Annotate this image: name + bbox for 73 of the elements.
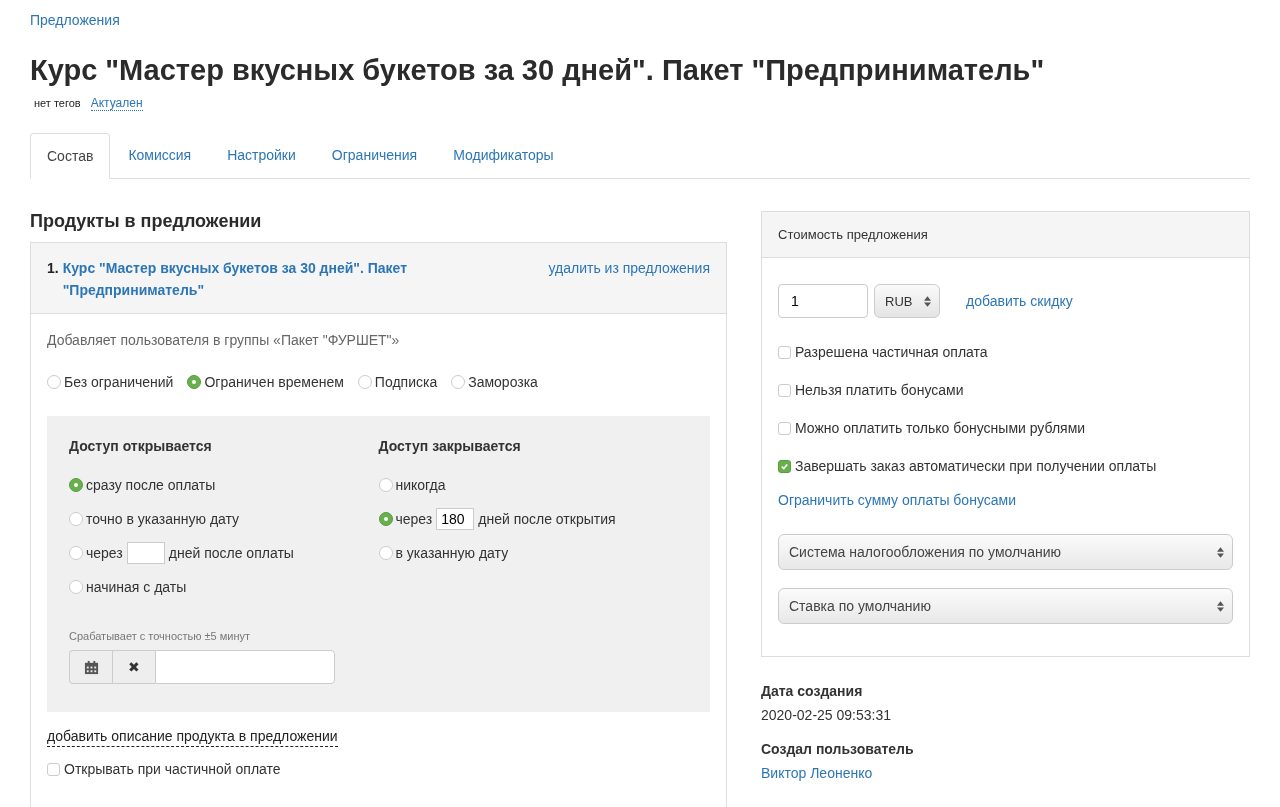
radio-button[interactable] — [378, 478, 393, 492]
column-title: Доступ закрывается — [378, 438, 522, 454]
radio-label: дней после оплаты — [168, 545, 294, 561]
radio-button[interactable] — [378, 546, 393, 560]
radio-label: Без ограничений — [64, 374, 174, 390]
currency-select[interactable]: RUB — [874, 284, 940, 318]
user-link[interactable]: Виктор Леоненко — [761, 765, 873, 781]
checkbox-label: Можно оплатить только бонусными рублями — [795, 420, 1086, 436]
radio-button[interactable] — [187, 375, 202, 389]
breadcrumb-link[interactable]: Предложения — [30, 12, 120, 28]
tab[interactable]: Состав — [30, 133, 111, 179]
meta-value: 2020-02-25 09:53:31 — [761, 707, 891, 723]
description-link[interactable]: добавить описание продукта в предложении — [47, 726, 338, 747]
product-number: 1. — [47, 259, 59, 278]
checkbox-label: Открывать при частичной оплате — [64, 761, 281, 777]
clear-button[interactable]: ✖ — [112, 650, 155, 684]
tags-label: нет тегов — [34, 97, 81, 109]
radio-button[interactable] — [69, 546, 83, 560]
radio-label: через — [86, 545, 123, 561]
remove-link[interactable]: удалить из предложения — [548, 257, 710, 301]
radio-label: дней после открытия — [478, 511, 616, 527]
dropdown[interactable]: Ставка по умолчанию — [778, 588, 1233, 624]
tab[interactable]: Модификаторы — [435, 133, 572, 178]
meta-label: Дата создания — [761, 683, 864, 699]
amount-field[interactable]: 1 — [778, 284, 868, 318]
checkbox-label: Завершать заказ автоматически при получении оплаты — [795, 458, 1157, 474]
checkbox[interactable] — [778, 383, 791, 397]
checkbox[interactable] — [778, 459, 791, 473]
product-link[interactable]: Курс "Мастер вкусных букетов за 30 дней". Пакет "Предприниматель" — [62, 257, 447, 301]
radio-label: точно в указанную дату — [86, 511, 240, 527]
hint-text: Срабатывает с точностью ±5 минут — [69, 630, 252, 642]
radio-label: начиная с даты — [86, 579, 187, 595]
checkbox-label: Разрешена частичная оплата — [795, 344, 988, 360]
radio-label: Подписка — [374, 374, 438, 390]
discount-link[interactable]: добавить скидку — [966, 293, 1073, 309]
column-title: Доступ открывается — [69, 438, 213, 454]
updown-icon — [1217, 546, 1224, 558]
panel-title: Стоимость предложения — [762, 212, 1249, 258]
groups-text: Добавляет пользователя в группы «Пакет "ФУРШЕТ"» — [47, 332, 401, 348]
radio-button[interactable] — [357, 375, 372, 389]
radio-button[interactable] — [69, 580, 83, 594]
radio-label: сразу после оплаты — [86, 477, 216, 493]
tab[interactable]: Комиссия — [110, 133, 210, 178]
checkbox[interactable] — [778, 421, 791, 435]
calendar-icon — [83, 659, 99, 675]
meta-label: Создал пользователь — [761, 741, 915, 757]
dropdown[interactable]: Система налогообложения по умолчанию — [778, 534, 1233, 570]
radio-label: Заморозка — [468, 374, 538, 390]
radio-label: через — [395, 511, 433, 527]
status-link[interactable]: Актуален — [90, 96, 143, 111]
radio-button[interactable] — [69, 478, 83, 492]
checkbox[interactable] — [778, 345, 791, 359]
updown-icon — [1217, 600, 1224, 612]
radio-label: никогда — [395, 477, 446, 493]
radio-button[interactable] — [378, 512, 393, 526]
check-icon — [780, 461, 789, 471]
radio-button[interactable] — [47, 375, 61, 389]
updown-icon — [924, 295, 931, 307]
radio-button[interactable] — [451, 375, 466, 389]
page-title: Курс "Мастер вкусных букетов за 30 дней". Пакет "Предприниматель" — [30, 53, 1046, 88]
tab[interactable]: Ограничения — [313, 133, 436, 178]
section-title: Продукты в предложении — [30, 211, 263, 232]
checkbox-label: Нельзя платить бонусами — [795, 382, 964, 398]
days-input[interactable]: 180 — [436, 508, 475, 530]
calendar-button[interactable] — [69, 650, 112, 684]
tab[interactable]: Настройки — [209, 133, 314, 178]
checkbox[interactable] — [47, 762, 60, 776]
radio-label: в указанную дату — [395, 545, 509, 561]
radio-button[interactable] — [69, 512, 83, 526]
bonus-limit-link[interactable]: Ограничить сумму оплаты бонусами — [778, 492, 1233, 508]
radio-label: Ограничен временем — [204, 374, 344, 390]
date-field[interactable] — [155, 650, 335, 684]
days-input[interactable] — [126, 542, 165, 564]
